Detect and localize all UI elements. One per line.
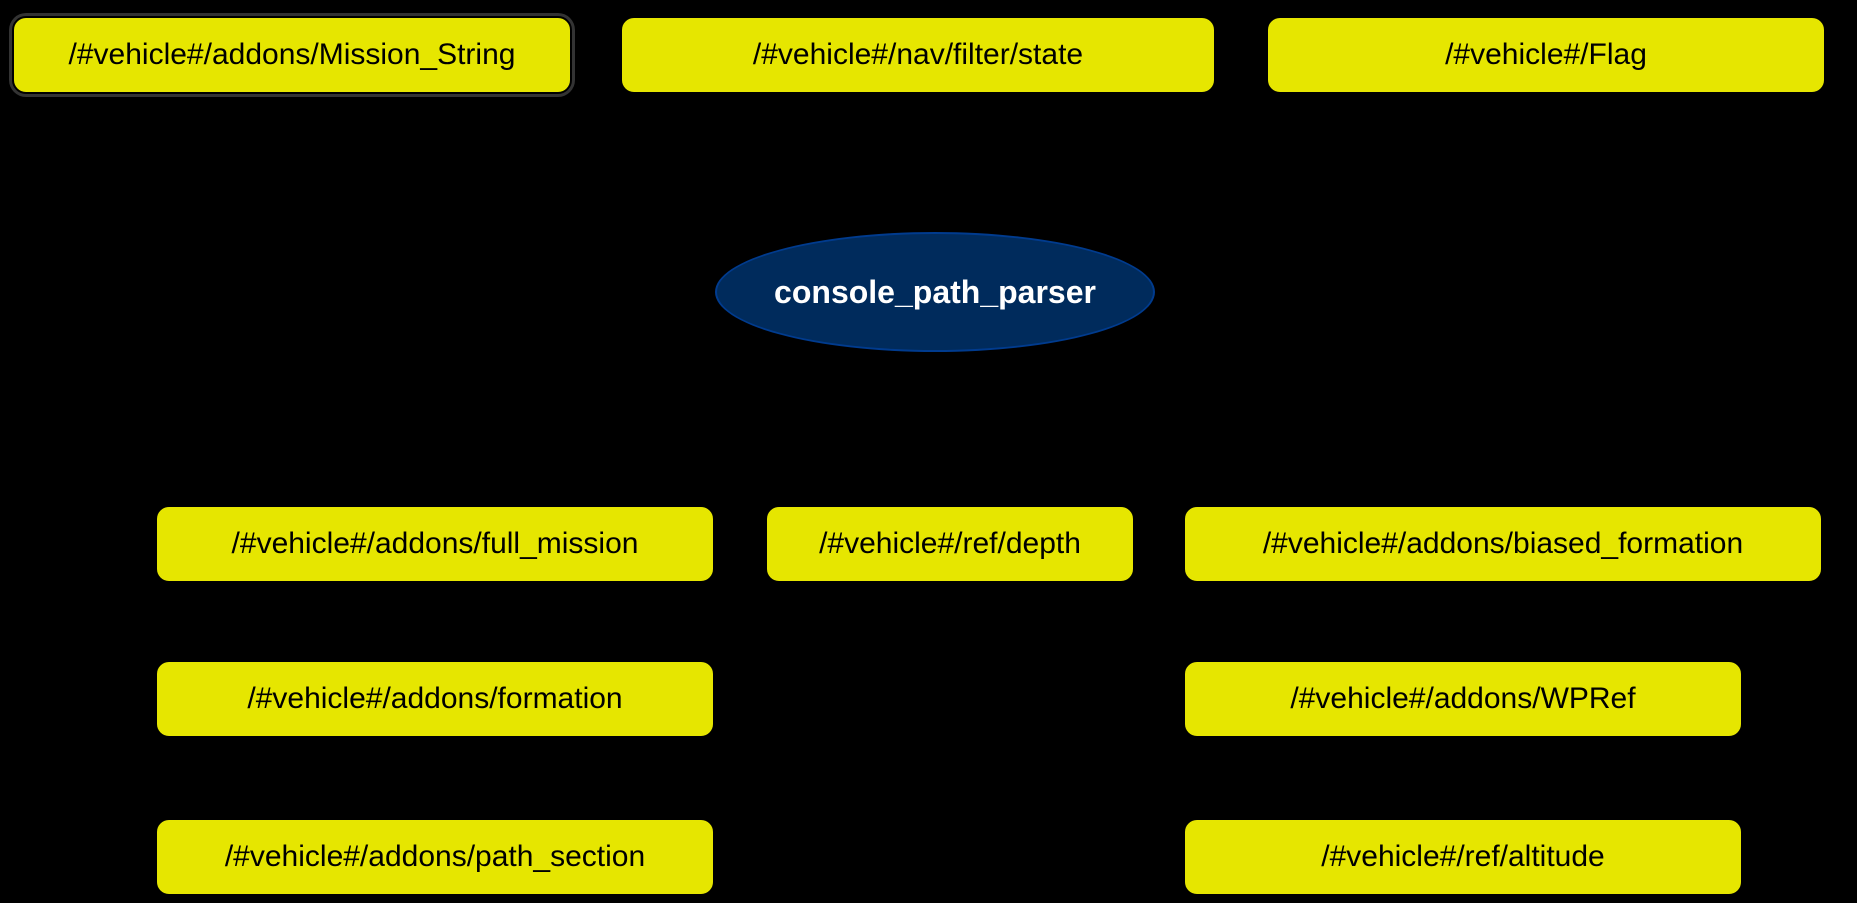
node-label: /#vehicle#/ref/depth — [819, 527, 1081, 561]
node-label: /#vehicle#/nav/filter/state — [753, 38, 1083, 72]
node-label: /#vehicle#/Flag — [1445, 38, 1647, 72]
node-label: /#vehicle#/addons/path_section — [225, 840, 645, 874]
node-label: /#vehicle#/addons/formation — [247, 682, 622, 716]
node-label: /#vehicle#/addons/biased_formation — [1263, 527, 1743, 561]
node-mission-string: /#vehicle#/addons/Mission_String — [12, 16, 572, 94]
node-ref-altitude: /#vehicle#/ref/altitude — [1183, 818, 1743, 896]
node-label: /#vehicle#/addons/WPRef — [1290, 682, 1635, 716]
center-node: console_path_parser — [715, 232, 1155, 352]
node-wpref: /#vehicle#/addons/WPRef — [1183, 660, 1743, 738]
node-label: /#vehicle#/addons/Mission_String — [69, 38, 516, 72]
node-ref-depth: /#vehicle#/ref/depth — [765, 505, 1135, 583]
node-nav-filter-state: /#vehicle#/nav/filter/state — [620, 16, 1216, 94]
node-path-section: /#vehicle#/addons/path_section — [155, 818, 715, 896]
edge-layer — [0, 0, 1857, 903]
node-full-mission: /#vehicle#/addons/full_mission — [155, 505, 715, 583]
node-biased-formation: /#vehicle#/addons/biased_formation — [1183, 505, 1823, 583]
node-flag: /#vehicle#/Flag — [1266, 16, 1826, 94]
node-formation: /#vehicle#/addons/formation — [155, 660, 715, 738]
node-label: /#vehicle#/ref/altitude — [1321, 840, 1605, 874]
node-label: /#vehicle#/addons/full_mission — [232, 527, 639, 561]
center-label: console_path_parser — [774, 274, 1096, 311]
